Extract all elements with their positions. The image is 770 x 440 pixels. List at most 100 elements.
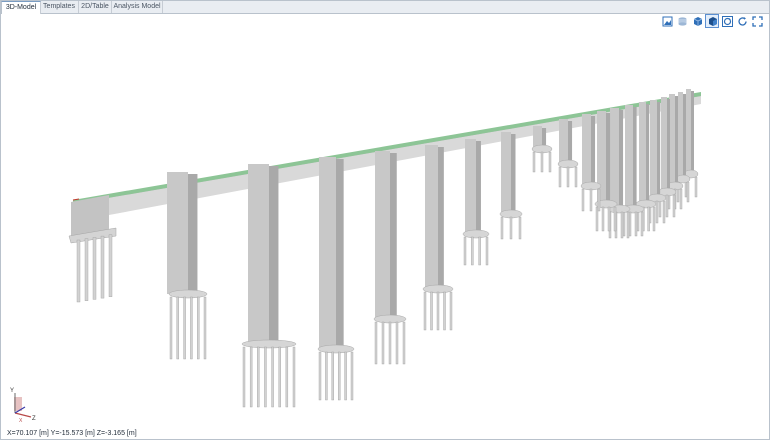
pier-side-8: [619, 110, 624, 211]
pile-11-2: [566, 166, 570, 188]
pile-10-2: [589, 188, 593, 212]
abutment-pile-1: [76, 239, 81, 303]
pile-10-1: [581, 188, 585, 212]
pile-12-1: [532, 151, 536, 173]
abutment-pile-4: [100, 235, 105, 299]
shaded-cube-icon[interactable]: [705, 14, 719, 28]
pile-15-5: [449, 291, 453, 331]
pier-side-4: [667, 99, 670, 194]
pile-19-6: [203, 296, 207, 360]
app-window: 3D-Model Templates 2D/Table Analysis Mod…: [0, 0, 770, 440]
pile-17-4: [338, 351, 341, 401]
pile-7-4: [640, 211, 644, 237]
axis-x-label: X: [19, 418, 23, 423]
pile-9-3: [607, 206, 611, 232]
solid-cube-icon[interactable]: [691, 15, 703, 27]
pier-side-7: [633, 107, 637, 211]
pile-15-3: [436, 291, 440, 331]
pile-17-5: [344, 351, 347, 401]
pile-19-3: [183, 296, 186, 360]
pile-9-4: [613, 206, 617, 232]
3d-viewport[interactable]: [1, 14, 769, 425]
pile-cap-14: [462, 229, 490, 239]
pier-side-2: [683, 94, 686, 181]
pier-17: [319, 157, 336, 349]
tab-templates[interactable]: Templates: [40, 1, 79, 13]
fullscreen-icon[interactable]: [751, 15, 763, 27]
pile-18-4: [264, 346, 267, 408]
pier-18: [248, 164, 269, 344]
tab-2d-table[interactable]: 2D/Table: [79, 1, 112, 13]
pile-18-5: [271, 346, 274, 408]
pier-side-5: [657, 102, 661, 200]
pile-4-3: [672, 194, 676, 218]
abutment-pile-3: [92, 237, 97, 300]
axis-triad: Y Z X: [5, 383, 39, 424]
tab-analysis-model[interactable]: Analysis Model: [112, 1, 163, 13]
pile-7-1: [622, 211, 626, 237]
pile-18-2: [249, 346, 253, 408]
pier-side-10: [591, 116, 596, 188]
pile-14-3: [478, 236, 481, 266]
pier-14: [465, 139, 476, 234]
pier-4: [661, 97, 667, 192]
pier-16: [375, 151, 390, 319]
pile-14-4: [485, 236, 489, 266]
pile-11-1: [558, 166, 562, 188]
pile-14-1: [463, 236, 467, 266]
pile-9-2: [601, 206, 605, 232]
pile-6-4: [652, 206, 656, 232]
axis-z-label: Z: [32, 416, 36, 422]
pier-10: [582, 114, 591, 186]
coordinate-readout: X=70.107 [m] Y=-15.573 [m] Z=-3.165 [m]: [7, 430, 137, 437]
pier-side-16: [390, 153, 397, 321]
tab-3d-model[interactable]: 3D-Model: [1, 1, 41, 14]
pier-side-3: [675, 96, 678, 188]
pile-18-3: [257, 346, 260, 408]
pile-19-2: [176, 296, 180, 360]
pier-side-9: [606, 113, 611, 206]
rotate-icon[interactable]: [721, 15, 733, 27]
bridge-3d-model[interactable]: [1, 14, 769, 425]
pile-11-3: [574, 166, 578, 188]
picture-icon[interactable]: [661, 15, 673, 27]
pile-17-2: [325, 351, 328, 401]
pile-14-2: [471, 236, 474, 266]
pile-12-3: [548, 151, 552, 173]
pier-side-11: [568, 121, 573, 166]
pile-18-7: [285, 346, 289, 408]
pile-17-1: [318, 351, 322, 401]
layer-icon[interactable]: [676, 15, 688, 27]
pile-1-2: [694, 176, 698, 198]
pile-16-2: [381, 321, 385, 365]
pier-side-17: [336, 159, 344, 351]
pile-16-5: [402, 321, 406, 365]
axis-y-label: Y: [10, 388, 14, 394]
pile-5-2: [655, 200, 659, 224]
view-toolbar: [661, 14, 763, 29]
pile-15-1: [423, 291, 427, 331]
pier-11: [559, 119, 568, 164]
pile-19-1: [169, 296, 173, 360]
pile-18-8: [292, 346, 296, 408]
pier-side-6: [646, 104, 650, 206]
pile-19-5: [196, 296, 200, 360]
pile-4-2: [665, 194, 669, 218]
pile-15-4: [443, 291, 446, 331]
pile-9-1: [595, 206, 599, 232]
pile-2-2: [686, 181, 690, 203]
pile-3-3: [679, 188, 683, 210]
pile-17-6: [350, 351, 354, 401]
pile-13-1: [500, 216, 504, 240]
pile-8-4: [626, 211, 630, 239]
refresh-icon[interactable]: [736, 15, 748, 27]
pile-16-1: [374, 321, 378, 365]
pile-19-4: [190, 296, 193, 360]
pile-7-2: [628, 211, 632, 237]
pile-17-3: [331, 351, 334, 401]
pile-cap-15: [422, 284, 454, 294]
pier-6: [639, 102, 646, 204]
pile-cap-18: [241, 339, 297, 349]
pile-7-3: [634, 211, 638, 237]
pile-12-2: [540, 151, 544, 173]
